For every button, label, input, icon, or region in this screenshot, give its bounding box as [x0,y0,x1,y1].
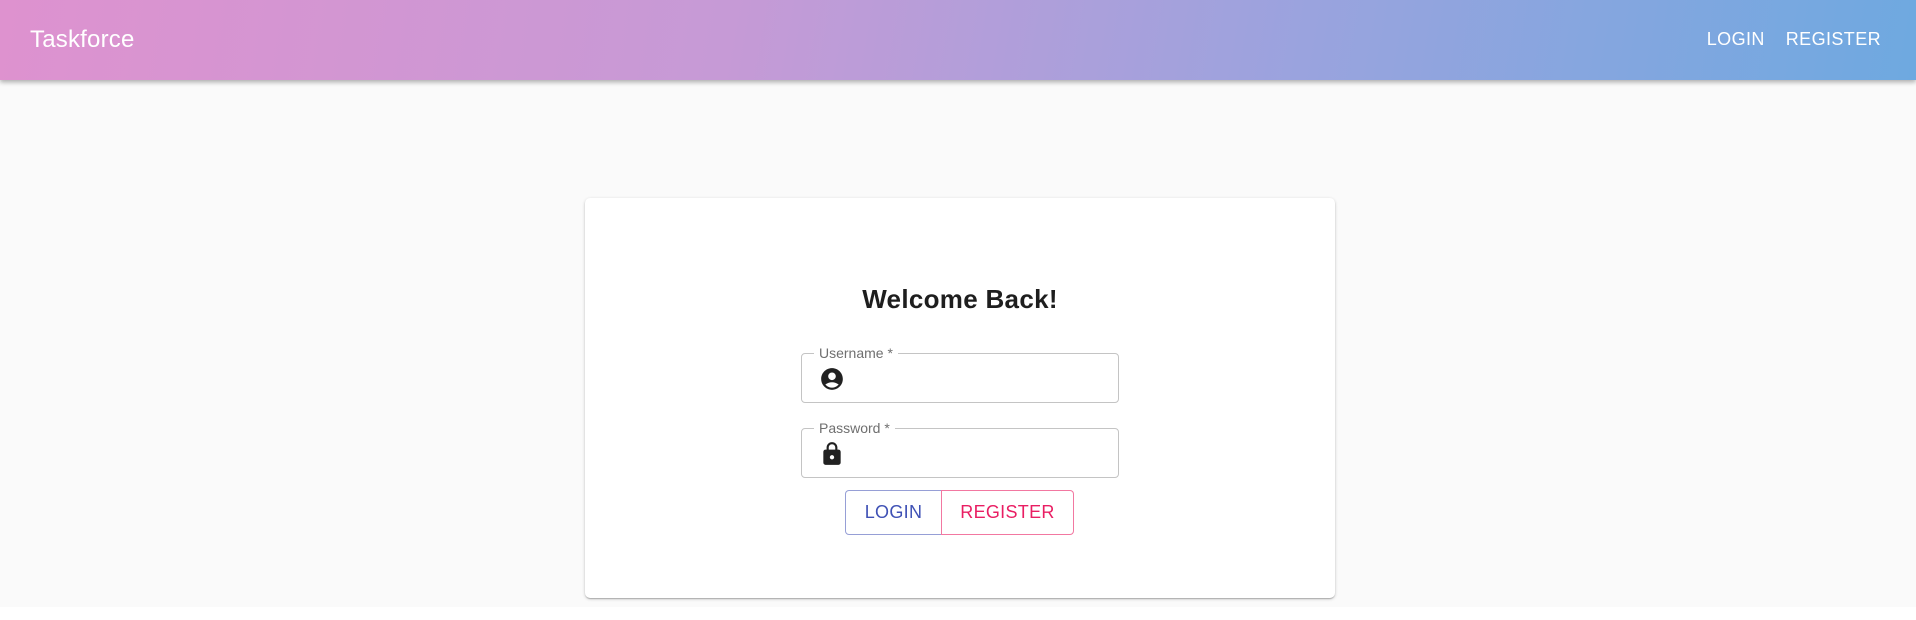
username-label: Username * [814,344,898,362]
password-field[interactable]: Password * [801,419,1119,478]
register-button[interactable]: REGISTER [941,490,1074,535]
card-title: Welcome Back! [862,284,1058,314]
username-field[interactable]: Username * [801,344,1119,403]
username-input[interactable] [854,362,1108,396]
auth-button-group: LOGIN REGISTER [845,490,1074,535]
nav-register-link[interactable]: REGISTER [1786,29,1881,50]
main-content: Welcome Back! Username * Password * LOGI… [0,80,1916,607]
login-card: Welcome Back! Username * Password * LOGI… [585,198,1335,598]
password-input[interactable] [854,437,1108,471]
page: Taskforce LOGIN REGISTER Welcome Back! U… [0,0,1916,620]
top-nav: LOGIN REGISTER [1707,29,1881,50]
brand-title: Taskforce [30,26,135,53]
account-circle-icon [821,368,843,390]
lock-icon [823,442,841,465]
password-label: Password * [814,419,895,437]
app-bar: Taskforce LOGIN REGISTER [0,0,1916,80]
nav-login-link[interactable]: LOGIN [1707,29,1765,50]
login-button[interactable]: LOGIN [845,490,942,535]
